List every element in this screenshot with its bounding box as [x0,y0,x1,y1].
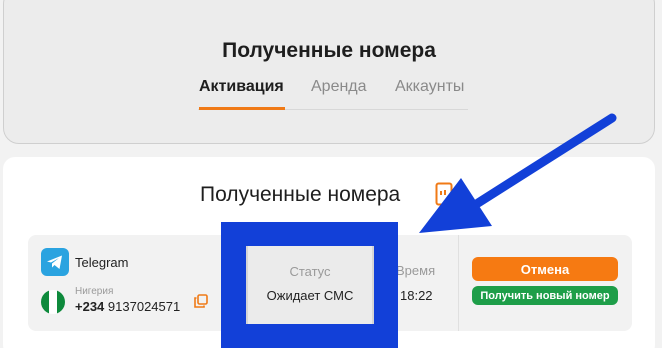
copy-icon[interactable] [194,294,208,308]
tab-accounts[interactable]: Аккаунты [395,78,464,96]
nigeria-flag-icon [41,290,65,314]
header-card: Полученные номера Активация Аренда Аккау… [3,0,655,144]
status-label: Статус [289,264,331,279]
document-icon[interactable] [435,182,453,206]
cancel-button[interactable]: Отмена [472,257,618,281]
status-cell: Статус Ожидает СМС [246,246,374,324]
tab-bar: Активация Аренда Аккаунты [198,76,468,110]
get-new-number-button[interactable]: Получить новый номер [472,286,618,305]
country-name: Нигерия [75,286,114,297]
active-tab-indicator [199,107,285,110]
phone-number: +234 9137024571 [75,299,180,314]
page-title: Полученные номера [222,39,436,62]
tab-activation[interactable]: Активация [199,78,284,96]
phone-digits: 9137024571 [107,299,181,314]
section-title: Полученные номера [200,183,401,206]
time-value: 18:22 [400,288,433,303]
telegram-icon [41,248,69,276]
status-value: Ожидает СМС [266,288,354,303]
time-label: Время [396,263,436,278]
column-divider [458,235,459,331]
service-name: Telegram [75,255,129,270]
phone-code: +234 [75,299,105,314]
tab-rent[interactable]: Аренда [311,78,367,96]
